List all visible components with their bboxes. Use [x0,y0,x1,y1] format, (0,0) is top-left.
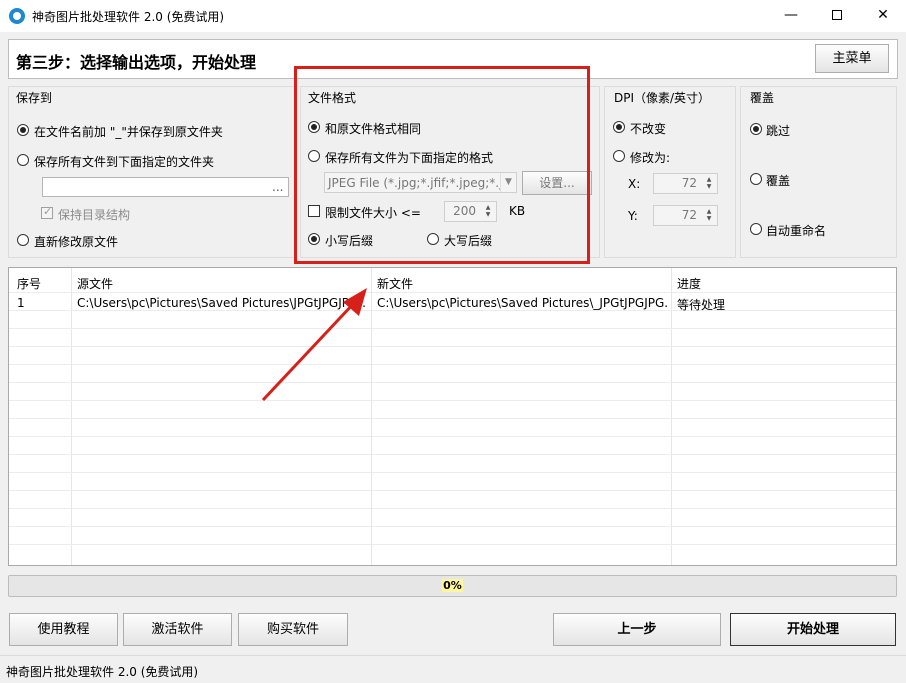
overwrite-original-label[interactable]: 直新修改原文件 [34,233,118,250]
step-title: 第三步：选择输出选项，开始处理 [16,53,257,72]
dpi-modify-radio[interactable] [613,150,625,162]
tutorial-button[interactable]: 使用教程 [9,613,118,646]
arrow-annotation [261,288,367,402]
column-header-index[interactable]: 序号 [17,275,41,292]
progress-text: 0% [442,579,463,592]
activate-button[interactable]: 激活软件 [123,613,232,646]
auto-rename-label[interactable]: 自动重命名 [766,222,826,239]
dpi-modify-label[interactable]: 修改为: [630,149,670,166]
main-menu-button[interactable]: 主菜单 [815,44,889,73]
progress-bar: 0% [8,575,897,597]
dpi-y-input[interactable]: 72 ▲ ▼ [653,205,718,226]
column-header-progress[interactable]: 进度 [677,275,701,292]
save-prefix-label[interactable]: 在文件名前加 "_"并保存到原文件夹 [34,123,223,140]
table-cell-progress: 等待处理 [677,298,726,312]
save-folder-label[interactable]: 保存所有文件到下面指定的文件夹 [34,153,214,170]
row-divider [9,526,896,527]
dpi-y-value: 72 [681,208,697,222]
spinner-icon[interactable]: ▲ ▼ [703,176,715,190]
keep-structure-label: 保持目录结构 [58,208,131,222]
highlight-box [294,66,590,264]
keep-structure-checkbox[interactable] [41,205,53,219]
dpi-x-input[interactable]: 72 ▲ ▼ [653,173,718,194]
save-folder-radio[interactable] [17,154,29,166]
row-divider [9,346,896,347]
row-divider [9,364,896,365]
column-header-source[interactable]: 源文件 [77,275,113,292]
dpi-title: DPI（像素/英寸） [614,91,711,105]
dpi-y-label: Y: [628,209,638,223]
file-table[interactable]: 序号 源文件 新文件 进度 1 C:\Users\pc\Pictures\Sav… [8,267,897,566]
table-cell-index: 1 [17,296,25,310]
overwrite-original-radio[interactable] [17,234,29,246]
table-cell-new-file: C:\Users\pc\Pictures\Saved Pictures\_JPG… [377,296,667,310]
row-divider [9,418,896,419]
row-divider [9,382,896,383]
start-processing-button[interactable]: 开始处理 [730,613,896,646]
folder-path-input[interactable] [42,177,289,197]
title-bar: 神奇图片批处理软件 2.0 (免费试用) — ✕ [0,0,906,32]
spinner-icon[interactable]: ▲ ▼ [703,208,715,222]
row-divider [9,328,896,329]
row-divider [9,400,896,401]
overwrite-title: 覆盖 [750,91,775,105]
overwrite-radio[interactable] [750,173,762,185]
minimize-button[interactable]: — [768,0,814,32]
app-icon [9,8,25,24]
row-divider [9,544,896,545]
row-divider [9,472,896,473]
window-title: 神奇图片批处理软件 2.0 (免费试用) [32,10,225,24]
save-prefix-radio[interactable] [17,124,29,136]
close-button[interactable]: ✕ [860,0,906,32]
row-divider [9,454,896,455]
skip-label[interactable]: 跳过 [766,122,790,139]
overwrite-label[interactable]: 覆盖 [766,172,790,189]
arrow-line [261,300,357,402]
auto-rename-radio[interactable] [750,223,762,235]
column-divider [671,268,672,565]
row-divider [9,292,896,293]
row-divider [9,436,896,437]
save-to-title: 保存到 [16,91,53,105]
dpi-group [604,86,736,258]
column-divider [71,268,72,565]
browse-button[interactable]: ... [272,180,283,194]
previous-step-button[interactable]: 上一步 [553,613,721,646]
dpi-x-label: X: [628,177,641,191]
status-bar: 神奇图片批处理软件 2.0 (免费试用) [0,655,906,683]
dpi-x-value: 72 [681,176,697,190]
row-divider [9,490,896,491]
maximize-icon [832,10,842,20]
column-header-new-file[interactable]: 新文件 [377,275,413,292]
skip-radio[interactable] [750,123,762,135]
status-text: 神奇图片批处理软件 2.0 (免费试用) [6,665,199,679]
dpi-unchanged-label[interactable]: 不改变 [630,120,666,137]
maximize-button[interactable] [814,0,860,32]
row-divider [9,508,896,509]
dpi-unchanged-radio[interactable] [613,121,625,133]
buy-button[interactable]: 购买软件 [238,613,348,646]
